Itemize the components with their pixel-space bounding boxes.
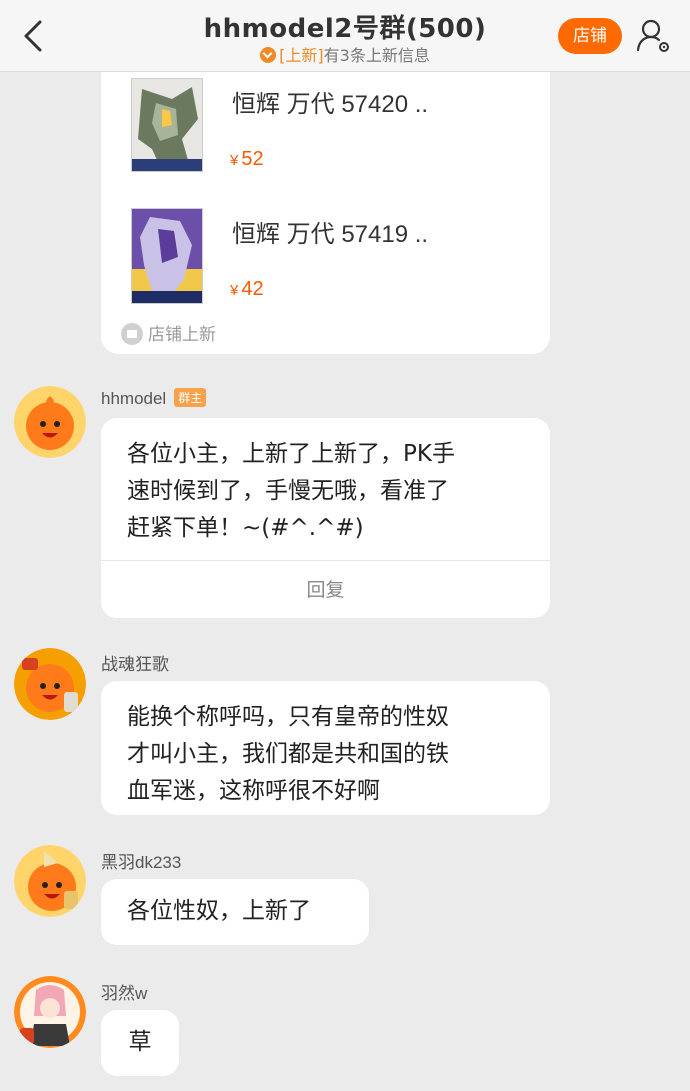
product-name: 恒辉 万代 57419 .. bbox=[232, 221, 429, 248]
message-line: 速时候到了，手慢无哦，看准了 bbox=[127, 478, 449, 504]
message-line: 各位小主，上新了上新了，PK手 bbox=[127, 441, 455, 467]
product-item[interactable]: 恒辉 万代 57420 .. ¥52 bbox=[101, 72, 550, 182]
avatar[interactable] bbox=[14, 648, 86, 720]
product-thumbnail bbox=[131, 208, 203, 304]
shop-bag-icon bbox=[121, 323, 143, 345]
message-line: 草 bbox=[128, 1029, 152, 1055]
chat-header: hhmodel2号群(500) [上新]有3条上新信息 店铺 bbox=[0, 0, 690, 72]
product-name: 恒辉 万代 57420 .. bbox=[232, 91, 429, 118]
message-bubble[interactable]: 草 bbox=[101, 1010, 179, 1076]
shop-new-label: 店铺上新 bbox=[121, 320, 216, 345]
avatar[interactable] bbox=[14, 845, 86, 917]
product-thumbnail bbox=[131, 78, 203, 172]
sender-name: hhmodel 群主 bbox=[101, 388, 207, 409]
message-bubble[interactable]: 各位性奴，上新了 bbox=[101, 879, 369, 945]
shop-button[interactable]: 店铺 bbox=[558, 18, 622, 54]
message-bubble[interactable]: 能换个称呼吗，只有皇帝的性奴 才叫小主，我们都是共和国的铁 血军迷，这称呼很不好… bbox=[101, 681, 550, 815]
message-line: 血军迷，这称呼很不好啊 bbox=[127, 778, 380, 804]
product-price: ¥52 bbox=[230, 148, 264, 170]
shop-new-items-card[interactable]: 恒辉 万代 57420 .. ¥52 恒辉 万代 57419 .. ¥42 店铺… bbox=[101, 72, 550, 354]
sender-name: 羽然w bbox=[101, 984, 148, 1003]
message-bubble[interactable]: 各位小主，上新了上新了，PK手 速时候到了，手慢无哦，看准了 赶紧下单！~(#^… bbox=[101, 418, 550, 618]
reply-button[interactable]: 回复 bbox=[101, 560, 550, 618]
avatar[interactable] bbox=[14, 976, 86, 1048]
new-tag: [上新] bbox=[279, 46, 324, 65]
product-price: ¥42 bbox=[230, 278, 264, 300]
sender-name: 黑羽dk233 bbox=[101, 853, 182, 872]
message-line: 各位性奴，上新了 bbox=[127, 898, 311, 924]
product-item[interactable]: 恒辉 万代 57419 .. ¥42 bbox=[101, 202, 550, 312]
chevron-down-icon bbox=[260, 47, 277, 63]
message-line: 才叫小主，我们都是共和国的铁 bbox=[127, 741, 449, 767]
sender-name: 战魂狂歌 bbox=[101, 655, 169, 674]
message-line: 赶紧下单！~(#^.^#) bbox=[127, 515, 364, 541]
new-items-text: 有3条上新信息 bbox=[323, 46, 430, 65]
avatar[interactable] bbox=[14, 386, 86, 458]
message-line: 能换个称呼吗，只有皇帝的性奴 bbox=[127, 704, 449, 730]
group-owner-badge: 群主 bbox=[174, 388, 207, 407]
group-settings-icon[interactable] bbox=[634, 16, 674, 56]
